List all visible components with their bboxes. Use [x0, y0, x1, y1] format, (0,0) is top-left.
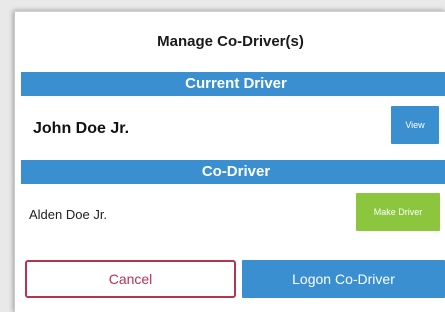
current-driver-header: Current Driver: [21, 72, 445, 96]
dialog-title: Manage Co-Driver(s): [157, 33, 304, 50]
view-button[interactable]: View: [391, 106, 439, 144]
current-driver-name: John Doe Jr.: [33, 120, 130, 137]
logon-co-driver-button[interactable]: Logon Co-Driver: [242, 260, 445, 298]
cancel-button[interactable]: Cancel: [25, 260, 236, 298]
co-driver-name: Alden Doe Jr.: [29, 207, 108, 222]
make-driver-button[interactable]: Make Driver: [356, 193, 440, 231]
manage-co-driver-dialog: Manage Co-Driver(s) Current Driver John …: [14, 11, 445, 312]
co-driver-header: Co-Driver: [21, 160, 445, 184]
